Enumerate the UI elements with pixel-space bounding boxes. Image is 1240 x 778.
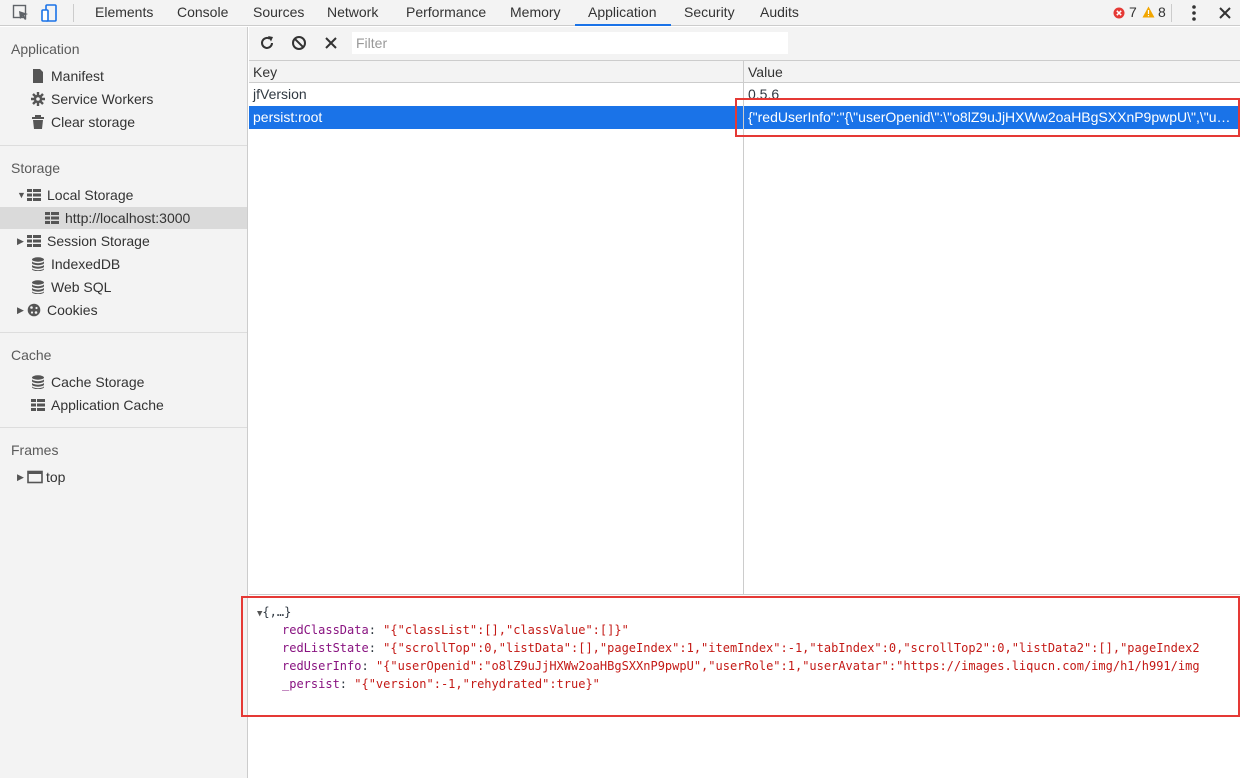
clear-all-icon[interactable] xyxy=(290,34,308,52)
warning-count[interactable]: 8 xyxy=(1158,0,1166,26)
sidebar-item-clear-storage[interactable]: Clear storage xyxy=(31,111,135,133)
property-value: "{"version":-1,"rehydrated":true}" xyxy=(354,677,600,691)
sidebar-item-local-storage[interactable]: ▼ Local Storage xyxy=(17,184,133,206)
trash-icon xyxy=(32,115,44,130)
sidebar-item-label: Local Storage xyxy=(47,187,134,203)
database-icon xyxy=(32,280,44,295)
sidebar-item-indexeddb[interactable]: IndexedDB xyxy=(31,253,120,275)
sidebar-item-label: Web SQL xyxy=(51,279,112,295)
property-key: redUserInfo xyxy=(282,659,362,673)
toolbar-divider-right xyxy=(1171,4,1172,22)
column-header-key[interactable]: Key xyxy=(249,61,743,83)
database-icon xyxy=(32,375,44,390)
property-value: "{"userOpenid":"o8lZ9uJjHXWw2oaHBgSXXnP9… xyxy=(375,659,1200,673)
sidebar-item-label: Cookies xyxy=(47,302,98,318)
tab-sources[interactable]: Sources xyxy=(253,0,304,26)
table-row[interactable]: jfVersion 0.5.6 xyxy=(249,83,1240,106)
tab-audits[interactable]: Audits xyxy=(760,0,799,26)
delete-selected-icon[interactable] xyxy=(322,34,340,52)
devtools-tab-bar: Elements Console Sources Network Perform… xyxy=(0,0,1240,26)
section-divider xyxy=(0,427,247,428)
application-sidebar: Application Manifest Service Workers Cle… xyxy=(0,27,248,778)
table-grid-icon xyxy=(27,189,41,202)
collapsed-triangle-icon[interactable]: ▶ xyxy=(17,230,25,252)
toolbar-divider xyxy=(73,4,74,22)
sidebar-item-label: Cache Storage xyxy=(51,374,145,390)
table-grid-icon xyxy=(27,235,41,248)
sidebar-item-label: Session Storage xyxy=(47,233,150,249)
sidebar-item-label: Service Workers xyxy=(51,91,154,107)
error-icon[interactable] xyxy=(1113,7,1125,19)
property-key: _persist xyxy=(282,677,340,691)
property-key: redListState xyxy=(282,641,369,655)
table-grid-icon xyxy=(31,399,45,412)
tab-console[interactable]: Console xyxy=(177,0,228,26)
row-key: persist:root xyxy=(253,109,323,125)
tab-performance[interactable]: Performance xyxy=(406,0,486,26)
object-summary[interactable]: ▼{,…} xyxy=(257,605,291,619)
sidebar-item-label: IndexedDB xyxy=(51,256,121,272)
cookie-icon xyxy=(27,303,41,317)
property-value: "{"scrollTop":0,"listData":[],"pageIndex… xyxy=(383,641,1200,655)
tab-memory[interactable]: Memory xyxy=(510,0,561,26)
sidebar-item-web-sql[interactable]: Web SQL xyxy=(31,276,111,298)
collapsed-triangle-icon[interactable]: ▶ xyxy=(17,299,25,321)
section-title-storage: Storage xyxy=(11,160,61,176)
row-value: 0.5.6 xyxy=(748,86,780,102)
inspect-element-icon[interactable] xyxy=(12,4,30,22)
sidebar-item-label: http://localhost:3000 xyxy=(65,210,191,226)
collapsed-triangle-icon[interactable]: ▶ xyxy=(17,466,25,488)
sidebar-item-label: Manifest xyxy=(51,68,104,84)
sidebar-item-cookies[interactable]: ▶ Cookies xyxy=(17,299,98,321)
property-row: redListState: "{"scrollTop":0,"listData"… xyxy=(282,641,1200,655)
section-title-frames: Frames xyxy=(11,442,59,458)
expanded-triangle-icon[interactable]: ▼ xyxy=(17,184,26,206)
section-title-application: Application xyxy=(11,41,80,57)
table-grid-icon xyxy=(45,212,59,225)
sidebar-item-label: Clear storage xyxy=(51,114,136,130)
section-title-cache: Cache xyxy=(11,347,52,363)
device-toolbar-icon[interactable] xyxy=(41,4,59,22)
property-key: redClassData xyxy=(282,623,369,637)
column-divider[interactable] xyxy=(743,61,744,594)
close-devtools-icon[interactable] xyxy=(1216,4,1234,22)
active-tab-indicator xyxy=(575,24,671,26)
sidebar-item-session-storage[interactable]: ▶ Session Storage xyxy=(17,230,150,252)
error-count[interactable]: 7 xyxy=(1129,0,1137,26)
sidebar-item-application-cache[interactable]: Application Cache xyxy=(31,394,164,416)
warning-icon[interactable] xyxy=(1142,6,1155,18)
row-value: {"redUserInfo":"{\"userOpenid\":\"o8lZ9u… xyxy=(748,109,1234,125)
more-options-icon[interactable] xyxy=(1187,4,1201,22)
tab-network[interactable]: Network xyxy=(327,0,378,26)
refresh-icon[interactable] xyxy=(258,34,276,52)
property-row: _persist: "{"version":-1,"rehydrated":tr… xyxy=(282,677,600,691)
sidebar-item-local-storage-origin[interactable]: http://localhost:3000 xyxy=(0,207,247,229)
column-header-value[interactable]: Value xyxy=(744,61,1240,83)
row-key: jfVersion xyxy=(253,86,307,102)
sidebar-item-manifest[interactable]: Manifest xyxy=(31,65,104,87)
local-storage-table: Key Value jfVersion 0.5.6 persist:root {… xyxy=(249,61,1240,594)
tab-application[interactable]: Application xyxy=(588,0,657,26)
file-icon xyxy=(33,69,43,84)
sidebar-item-label: Application Cache xyxy=(51,397,164,413)
filter-input[interactable] xyxy=(352,32,788,54)
database-icon xyxy=(32,257,44,272)
sidebar-item-label: top xyxy=(46,469,66,485)
sidebar-item-service-workers[interactable]: Service Workers xyxy=(31,88,153,110)
property-value: "{"classList":[],"classValue":[]}" xyxy=(383,623,629,637)
section-divider xyxy=(0,145,247,146)
sidebar-item-cache-storage[interactable]: Cache Storage xyxy=(31,371,144,393)
section-divider xyxy=(0,332,247,333)
table-row-selected[interactable]: persist:root {"redUserInfo":"{\"userOpen… xyxy=(249,106,1240,129)
value-preview-panel: ▼{,…} redClassData: "{"classList":[],"cl… xyxy=(249,595,1240,778)
tab-security[interactable]: Security xyxy=(684,0,735,26)
sidebar-item-frame-top[interactable]: ▶ top xyxy=(17,466,65,488)
property-row: redUserInfo: "{"userOpenid":"o8lZ9uJjHXW… xyxy=(282,659,1200,673)
gear-icon xyxy=(31,92,45,107)
tab-elements[interactable]: Elements xyxy=(95,0,153,26)
frame-window-icon xyxy=(27,470,43,484)
property-row: redClassData: "{"classList":[],"classVal… xyxy=(282,623,629,637)
